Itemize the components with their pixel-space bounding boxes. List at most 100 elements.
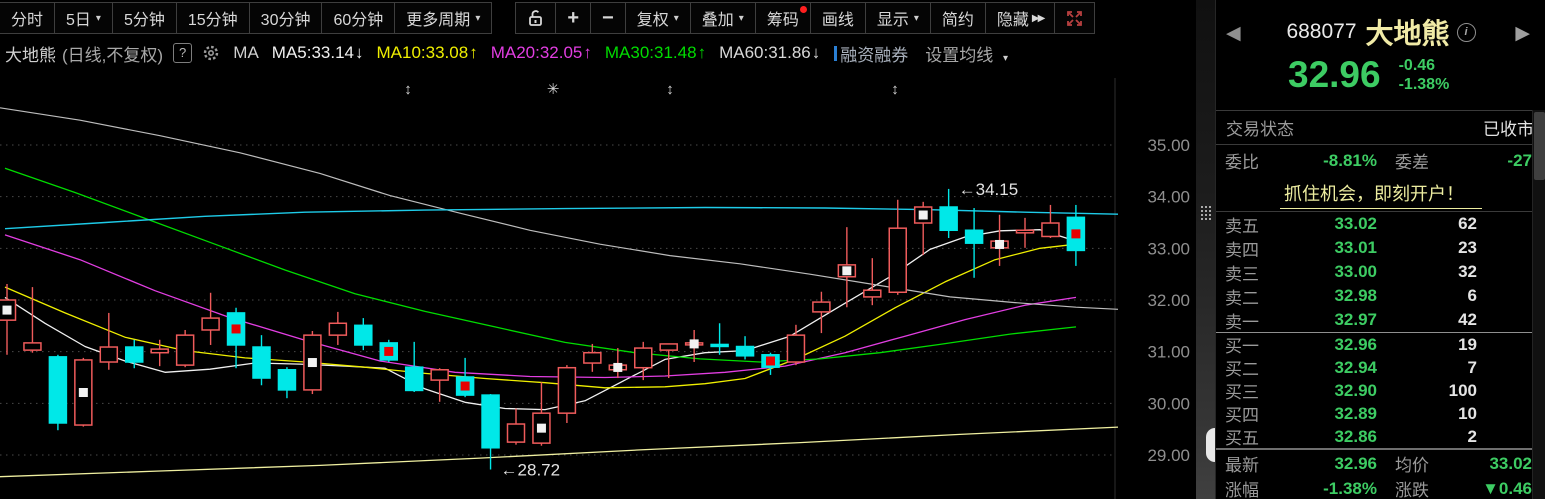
ask-row[interactable]: 卖二32.986: [1216, 284, 1545, 308]
stock-code: 688077: [1286, 20, 1356, 44]
period-tab[interactable]: 更多周期▾: [394, 2, 492, 34]
order-volume: 19: [1377, 335, 1477, 355]
help-icon[interactable]: ?: [173, 43, 192, 63]
gear-icon[interactable]: [202, 44, 220, 62]
tool-button[interactable]: 叠加▾: [690, 2, 756, 34]
tool-button[interactable]: 显示▾: [865, 2, 931, 34]
latest-label: 最新: [1216, 451, 1281, 476]
panel-scrollbar[interactable]: [1532, 110, 1545, 499]
order-volume: 7: [1377, 358, 1477, 378]
period-tab[interactable]: 5日▾: [54, 2, 113, 34]
tool-button[interactable]: 筹码: [755, 2, 811, 34]
tool-button[interactable]: 复权▾: [625, 2, 691, 34]
candle-up: [660, 344, 677, 350]
chevron-down-icon: ▾: [739, 13, 744, 24]
candle-up: [24, 343, 41, 350]
candle-up: [177, 335, 194, 365]
candle-marker-white: [919, 211, 928, 220]
ask-row[interactable]: 卖四33.0123: [1216, 236, 1545, 260]
candle-marker-red: [232, 324, 241, 333]
order-price: 32.86: [1281, 427, 1377, 447]
candle-down: [482, 395, 499, 448]
bid-row[interactable]: 买五32.862: [1216, 425, 1545, 448]
zoom-in-icon[interactable]: +: [555, 2, 591, 34]
candle-up: [508, 424, 525, 442]
pct-change-label: 涨幅: [1216, 476, 1281, 499]
candle-up: [584, 353, 601, 363]
candle-up: [787, 335, 804, 362]
candlestick-chart[interactable]: 35.0034.0033.0032.0031.0030.0029.00←34.1…: [0, 0, 1196, 499]
period-tab[interactable]: 30分钟: [249, 2, 323, 34]
ask-row[interactable]: 卖五33.0262: [1216, 212, 1545, 236]
order-price: 32.89: [1281, 404, 1377, 424]
candle-up: [1017, 230, 1034, 233]
bid-row[interactable]: 买三32.90100: [1216, 379, 1545, 402]
orderbook-bottom-divider: [1216, 448, 1545, 450]
candle-up: [558, 368, 575, 413]
event-marker-updown-icon: ↕: [891, 81, 899, 98]
info-icon[interactable]: i: [1457, 23, 1476, 42]
fullscreen-icon[interactable]: [1054, 2, 1095, 34]
weibi-row: 委比 -8.81% 委差 -27: [1216, 144, 1545, 177]
bid-row[interactable]: 买一32.9619: [1216, 333, 1545, 356]
chevron-down-icon: ▾: [96, 13, 101, 24]
candle-down: [966, 230, 983, 243]
weibi-value: -8.81%: [1281, 151, 1377, 171]
candle-down: [737, 347, 754, 356]
lock-open-icon[interactable]: [515, 2, 556, 34]
price-change: -0.46: [1399, 56, 1450, 75]
panel-collapse-handle[interactable]: [1206, 428, 1215, 462]
tool-button[interactable]: 简约: [930, 2, 986, 34]
bid-row[interactable]: 买二32.947: [1216, 356, 1545, 379]
ask-levels: 卖五33.0262卖四33.0123卖三33.0032卖二32.986卖一32.…: [1216, 212, 1545, 333]
period-tab[interactable]: 分时: [0, 2, 55, 34]
avg-price-label: 均价: [1377, 451, 1457, 476]
ma-legend-value: MA30:31.48: [605, 43, 697, 62]
candle-down: [355, 325, 372, 345]
candle-marker-white: [3, 306, 12, 315]
splitter-grip-icon[interactable]: [1200, 205, 1211, 221]
chevron-down-icon: ▾: [1003, 53, 1008, 64]
ask-row[interactable]: 卖三33.0032: [1216, 260, 1545, 284]
candle-down: [253, 347, 270, 378]
candle-up: [635, 348, 652, 368]
ma-settings-button[interactable]: 设置均线 ▾: [925, 41, 1008, 66]
arrow-up-icon: ↑: [469, 43, 478, 62]
chart-stock-name: 大地熊: [5, 41, 56, 66]
order-price: 32.96: [1281, 335, 1377, 355]
ask-row[interactable]: 卖一32.9742: [1216, 308, 1545, 332]
weibi-label: 委比: [1216, 148, 1281, 173]
tool-button-label: 复权: [637, 6, 669, 30]
prev-stock-arrow-icon[interactable]: ◀: [1226, 22, 1241, 45]
event-marker-updown-icon: ↕: [666, 81, 674, 98]
trading-status-row: 交易状态 已收市: [1216, 110, 1545, 145]
period-tab[interactable]: 15分钟: [176, 2, 250, 34]
candle-down: [406, 367, 423, 390]
candle-up: [202, 318, 219, 330]
zoom-out-icon[interactable]: −: [590, 2, 626, 34]
next-stock-arrow-icon[interactable]: ▶: [1515, 22, 1530, 45]
order-price: 33.00: [1281, 262, 1377, 282]
bid-row[interactable]: 买四32.8910: [1216, 402, 1545, 425]
tool-button[interactable]: 隐藏▶▶: [985, 2, 1055, 34]
open-account-ad-link[interactable]: 抓住机会，即刻开户！: [1280, 180, 1482, 209]
panel-splitter[interactable]: [1196, 0, 1215, 499]
order-price: 32.90: [1281, 381, 1377, 401]
order-level-label: 卖四: [1216, 236, 1281, 261]
chevron-down-icon: ▾: [475, 13, 480, 24]
candle-up: [864, 290, 881, 297]
order-volume: 100: [1377, 381, 1477, 401]
period-tab[interactable]: 5分钟: [112, 2, 177, 34]
ma-legend-item: MA20:32.05↑: [491, 43, 592, 62]
tool-button-label: 画线: [822, 6, 854, 30]
scrollbar-thumb[interactable]: [1534, 112, 1545, 180]
order-book: 卖五33.0262卖四33.0123卖三33.0032卖二32.986卖一32.…: [1216, 212, 1545, 448]
ma-legend-value: MA5:33.14: [272, 43, 354, 62]
order-level-label: 买二: [1216, 355, 1281, 380]
margin-trading-tab[interactable]: 融资融券: [834, 41, 908, 66]
candle-up: [813, 302, 830, 312]
period-tab[interactable]: 60分钟: [321, 2, 395, 34]
ma-legend-value: MA20:32.05: [491, 43, 583, 62]
fullscreen-icon: [1066, 10, 1083, 27]
tool-button[interactable]: 画线: [810, 2, 866, 34]
